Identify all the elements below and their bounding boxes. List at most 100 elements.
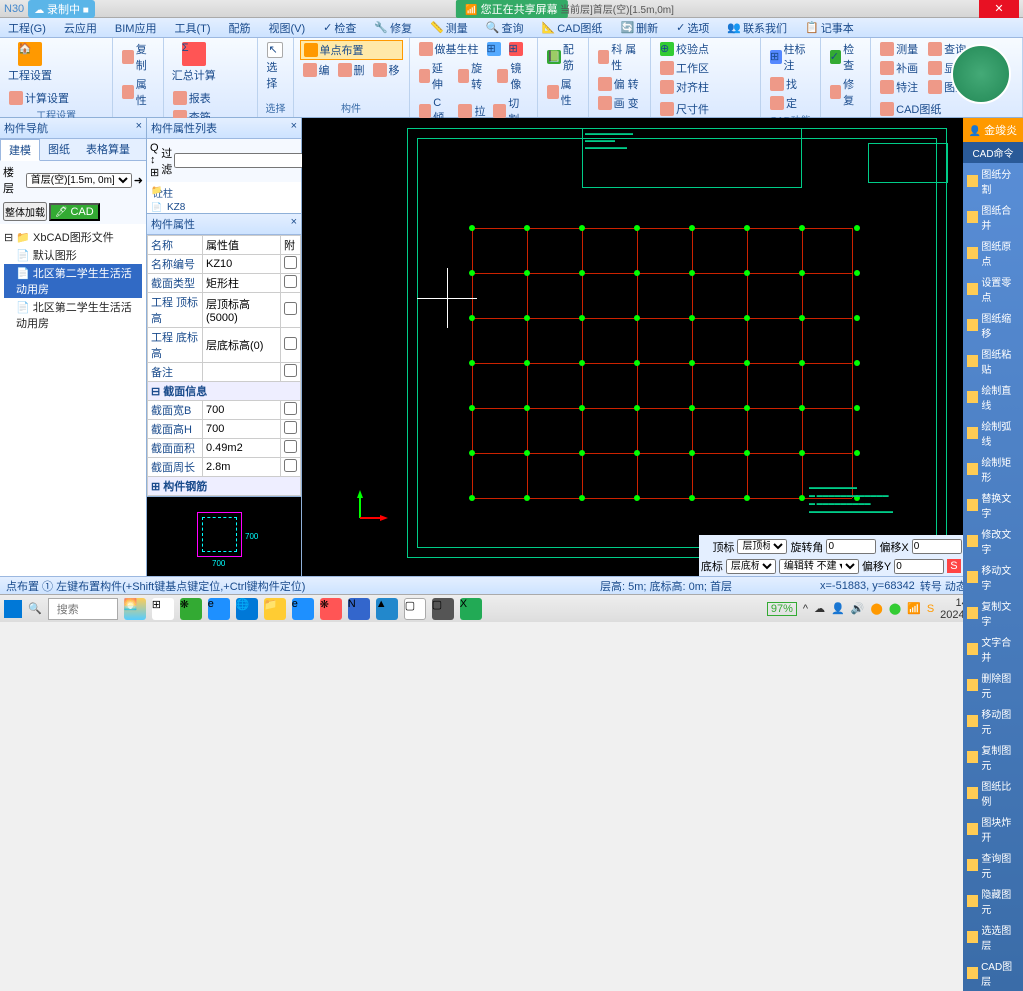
tray-icon[interactable]: 📶 (907, 602, 921, 615)
column-marker[interactable] (799, 495, 805, 501)
taskbar-app-icon[interactable]: ❋ (180, 598, 202, 620)
column-marker[interactable] (854, 405, 860, 411)
cad-tool-item[interactable]: 图块炸开 (963, 811, 1023, 847)
prop-value[interactable]: 0.49m2 (203, 439, 281, 458)
bot-elev-select[interactable]: 层底标 ▾ (726, 559, 776, 574)
ime-icon[interactable]: S (947, 559, 960, 573)
gen-col-button[interactable]: 做基生柱 (416, 40, 482, 58)
user-badge[interactable]: 👤 金竣炎 (963, 118, 1023, 142)
menu-item[interactable]: ✓ 选项 (676, 20, 709, 36)
start-button[interactable] (4, 600, 22, 618)
column-marker[interactable] (689, 450, 695, 456)
prop-check[interactable] (284, 302, 297, 315)
cad-tool-item[interactable]: 移动图元 (963, 703, 1023, 739)
column-marker[interactable] (579, 495, 585, 501)
calc-settings-button[interactable]: 计算设置 (6, 89, 72, 107)
column-marker[interactable] (744, 360, 750, 366)
prop-check[interactable] (284, 459, 297, 472)
tab-table[interactable]: 表格算量 (78, 139, 138, 160)
tree-item[interactable]: 📄 北区第二学生生活活动用房 (4, 298, 142, 332)
column-marker[interactable] (689, 495, 695, 501)
close-button[interactable]: ✕ (979, 0, 1019, 18)
cad-tool-item[interactable]: 复制图元 (963, 739, 1023, 775)
column-marker[interactable] (579, 360, 585, 366)
prop-value[interactable]: KZ10 (203, 255, 281, 274)
dim-btn[interactable]: 尺寸件 (657, 100, 712, 118)
drawing-canvas[interactable]: ▬▬▬▬▬▬▬▬▬▬▬▬▬▬▬▬▬▬▬▬ ▬▬▬▬▬▬▬▬▬ ▬▬▬▬▬▬▬▬▬… (302, 118, 1023, 576)
cad-tool-item[interactable]: 查询图元 (963, 847, 1023, 883)
tree-item-selected[interactable]: 📄 北区第二学生生活活动用房 (4, 264, 142, 298)
find-btn[interactable]: 找 (767, 75, 814, 93)
cad-tool-item[interactable]: 绘制矩形 (963, 451, 1023, 487)
column-marker[interactable] (689, 405, 695, 411)
column-marker[interactable] (799, 225, 805, 231)
column-marker[interactable] (634, 225, 640, 231)
cad-tool-item[interactable]: 修改文字 (963, 523, 1023, 559)
column-marker[interactable] (689, 270, 695, 276)
edit-select[interactable]: 编辑转 不建 ▾ (779, 559, 859, 574)
prop-value[interactable] (203, 363, 281, 382)
column-marker[interactable] (744, 270, 750, 276)
wa-btn[interactable]: 工作区 (657, 59, 712, 77)
taskbar-search[interactable]: 搜索 (48, 598, 118, 620)
prop-value[interactable]: 层顶标高(5000) (203, 293, 281, 328)
repair-btn[interactable]: 修复 (827, 75, 864, 109)
section-header[interactable]: ⊟ 截面信息 (148, 382, 301, 401)
report-button[interactable]: 报表 (170, 89, 214, 107)
column-marker[interactable] (689, 315, 695, 321)
tray-battery-icon[interactable]: 97% (767, 602, 797, 616)
column-marker[interactable] (854, 225, 860, 231)
prop-value[interactable]: 700 (203, 401, 281, 420)
close-icon[interactable]: × (291, 216, 297, 232)
edit-button[interactable]: 编 (300, 61, 333, 79)
taskbar-app-icon[interactable]: X (460, 598, 482, 620)
select-button[interactable]: ↖选择 (264, 40, 286, 93)
col-dim-btn[interactable]: ⊞柱标注 (767, 40, 814, 74)
delete-button[interactable]: 删 (335, 61, 368, 79)
cad-tool-item[interactable]: 图纸原点 (963, 235, 1023, 271)
filter-icon[interactable]: Q ↕ ⊞ (150, 142, 159, 179)
top-elev-select[interactable]: 层顶标 ▾ (737, 539, 787, 554)
cad-tool-item[interactable]: 移动文字 (963, 559, 1023, 595)
column-marker[interactable] (799, 450, 805, 456)
taskbar-app-icon[interactable]: ▲ (376, 598, 398, 620)
menu-item[interactable]: 🔄 删新 (620, 20, 658, 36)
tray-icon[interactable]: ⬤ (889, 602, 901, 615)
ac-btn[interactable]: 对齐柱 (657, 78, 712, 96)
meas-btn[interactable]: 测量 (877, 40, 921, 58)
note-btn[interactable]: 特注 (877, 78, 921, 96)
column-marker[interactable] (744, 315, 750, 321)
prop-value[interactable]: 2.8m (203, 458, 281, 477)
mirror-button[interactable]: 镜像 (494, 59, 531, 93)
column-marker[interactable] (744, 495, 750, 501)
attr-button[interactable]: 属性 (119, 75, 156, 109)
taskbar-app-icon[interactable]: ⊞ (152, 598, 174, 620)
tray-icon[interactable]: ⬤ (871, 602, 883, 615)
column-marker[interactable] (689, 360, 695, 366)
rot-input[interactable] (826, 539, 876, 554)
avatar[interactable] (951, 44, 1011, 104)
column-marker[interactable] (744, 405, 750, 411)
column-marker[interactable] (634, 270, 640, 276)
cad-tool-item[interactable]: 选选图层 (963, 919, 1023, 955)
sup-btn[interactable]: 补画 (877, 59, 921, 77)
column-marker[interactable] (634, 360, 640, 366)
menu-item[interactable]: 🔍 查询 (486, 20, 524, 36)
prop-check[interactable] (284, 402, 297, 415)
column-marker[interactable] (854, 360, 860, 366)
cad-tool-item[interactable]: 图纸比例 (963, 775, 1023, 811)
menu-item[interactable]: BIM应用 (115, 20, 157, 36)
column-marker[interactable] (469, 360, 475, 366)
cad-tool-item[interactable]: 图纸分割 (963, 163, 1023, 199)
column-marker[interactable] (579, 270, 585, 276)
tray-up-icon[interactable]: ^ (803, 603, 808, 615)
cad-tool-item[interactable]: 绘制直线 (963, 379, 1023, 415)
summary-calc-button[interactable]: Σ汇总计算 (170, 40, 218, 85)
tree-item[interactable]: 📄 默认图形 (4, 246, 142, 264)
check-btn[interactable]: ✓检查 (827, 40, 864, 74)
taskbar-app-icon[interactable]: 🌐 (236, 598, 258, 620)
cad-button[interactable]: 🖊 CAD (49, 203, 100, 221)
tree-root[interactable]: ⊟ 📁 XbCAD图形文件 (4, 228, 142, 246)
column-marker[interactable] (854, 270, 860, 276)
cad-tool-item[interactable]: 复制文字 (963, 595, 1023, 631)
